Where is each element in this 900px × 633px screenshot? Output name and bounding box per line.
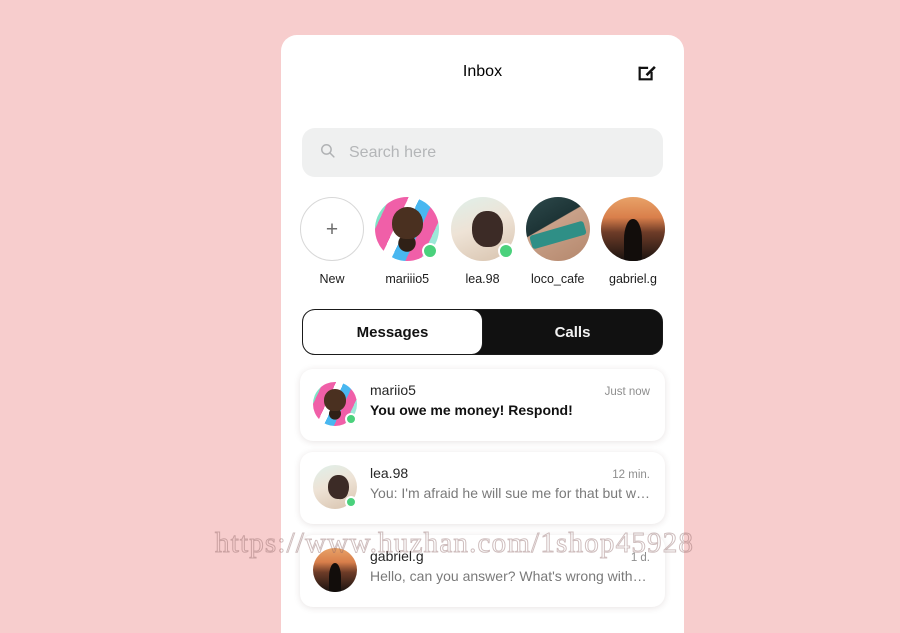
search-bar[interactable]: [302, 128, 663, 177]
message-sender: gabriel.g: [370, 548, 424, 564]
message-header: lea.98 12 min.: [370, 465, 650, 481]
avatar: [601, 197, 665, 261]
message-content: lea.98 12 min. You: I'm afraid he will s…: [370, 465, 650, 501]
story-avatar: [601, 197, 665, 261]
online-status-dot: [422, 243, 439, 259]
story-item-gabriel-g[interactable]: gabriel.g: [598, 197, 668, 286]
avatar: [313, 548, 357, 592]
tab-calls[interactable]: Calls: [483, 310, 662, 354]
story-avatar: [375, 197, 440, 261]
online-status-dot: [497, 243, 514, 259]
story-item-new[interactable]: + New: [297, 197, 367, 286]
compose-icon[interactable]: [632, 57, 662, 87]
tab-messages[interactable]: Messages: [303, 310, 483, 354]
stories-row: + New mariiio5 lea.98 loco_cafe gabriel.…: [281, 177, 684, 286]
avatar: [313, 382, 357, 426]
avatar: [313, 465, 357, 509]
story-item-lea98[interactable]: lea.98: [448, 197, 518, 286]
story-label: lea.98: [465, 272, 500, 286]
online-status-dot: [345, 413, 357, 425]
avatar-image: [313, 548, 357, 592]
message-row[interactable]: lea.98 12 min. You: I'm afraid he will s…: [300, 452, 665, 524]
message-timestamp: 12 min.: [612, 469, 650, 481]
story-label: loco_cafe: [530, 272, 585, 286]
online-status-dot: [345, 496, 357, 508]
page-title: Inbox: [462, 63, 503, 80]
message-header: mariio5 Just now: [370, 382, 650, 398]
message-timestamp: Just now: [604, 386, 650, 398]
message-timestamp: 1 d.: [630, 552, 650, 564]
story-avatar: [450, 197, 515, 261]
avatar: [525, 197, 590, 261]
story-avatar: [525, 197, 590, 261]
story-avatar: +: [300, 197, 364, 261]
story-item-mariiio5[interactable]: mariiio5: [372, 197, 442, 286]
message-preview: You owe me money! Respond!: [370, 402, 573, 418]
message-content: gabriel.g 1 d. Hello, can you answer? Wh…: [370, 548, 650, 584]
message-list: mariio5 Just now You owe me money! Respo…: [281, 355, 684, 607]
message-sender: mariio5: [370, 382, 416, 398]
message-row[interactable]: gabriel.g 1 d. Hello, can you answer? Wh…: [300, 535, 665, 607]
message-content: mariio5 Just now You owe me money! Respo…: [370, 382, 650, 418]
message-row[interactable]: mariio5 Just now You owe me money! Respo…: [300, 369, 665, 441]
message-header: gabriel.g 1 d.: [370, 548, 650, 564]
segmented-tab-bar: Messages Calls: [302, 309, 663, 355]
message-sender: lea.98: [370, 465, 409, 481]
message-preview: Hello, can you answer? What's wrong with…: [370, 568, 650, 584]
message-preview: You: I'm afraid he will sue me for that …: [370, 485, 650, 501]
phone-screen: Inbox + New: [281, 35, 684, 633]
search-input[interactable]: [349, 143, 646, 162]
story-item-loco-cafe[interactable]: loco_cafe: [523, 197, 593, 286]
plus-icon: +: [300, 197, 364, 261]
story-label: gabriel.g: [609, 272, 657, 286]
app-header: Inbox: [281, 35, 684, 109]
story-label: New: [319, 272, 345, 286]
story-label: mariiio5: [385, 272, 430, 286]
search-icon: [319, 142, 336, 164]
